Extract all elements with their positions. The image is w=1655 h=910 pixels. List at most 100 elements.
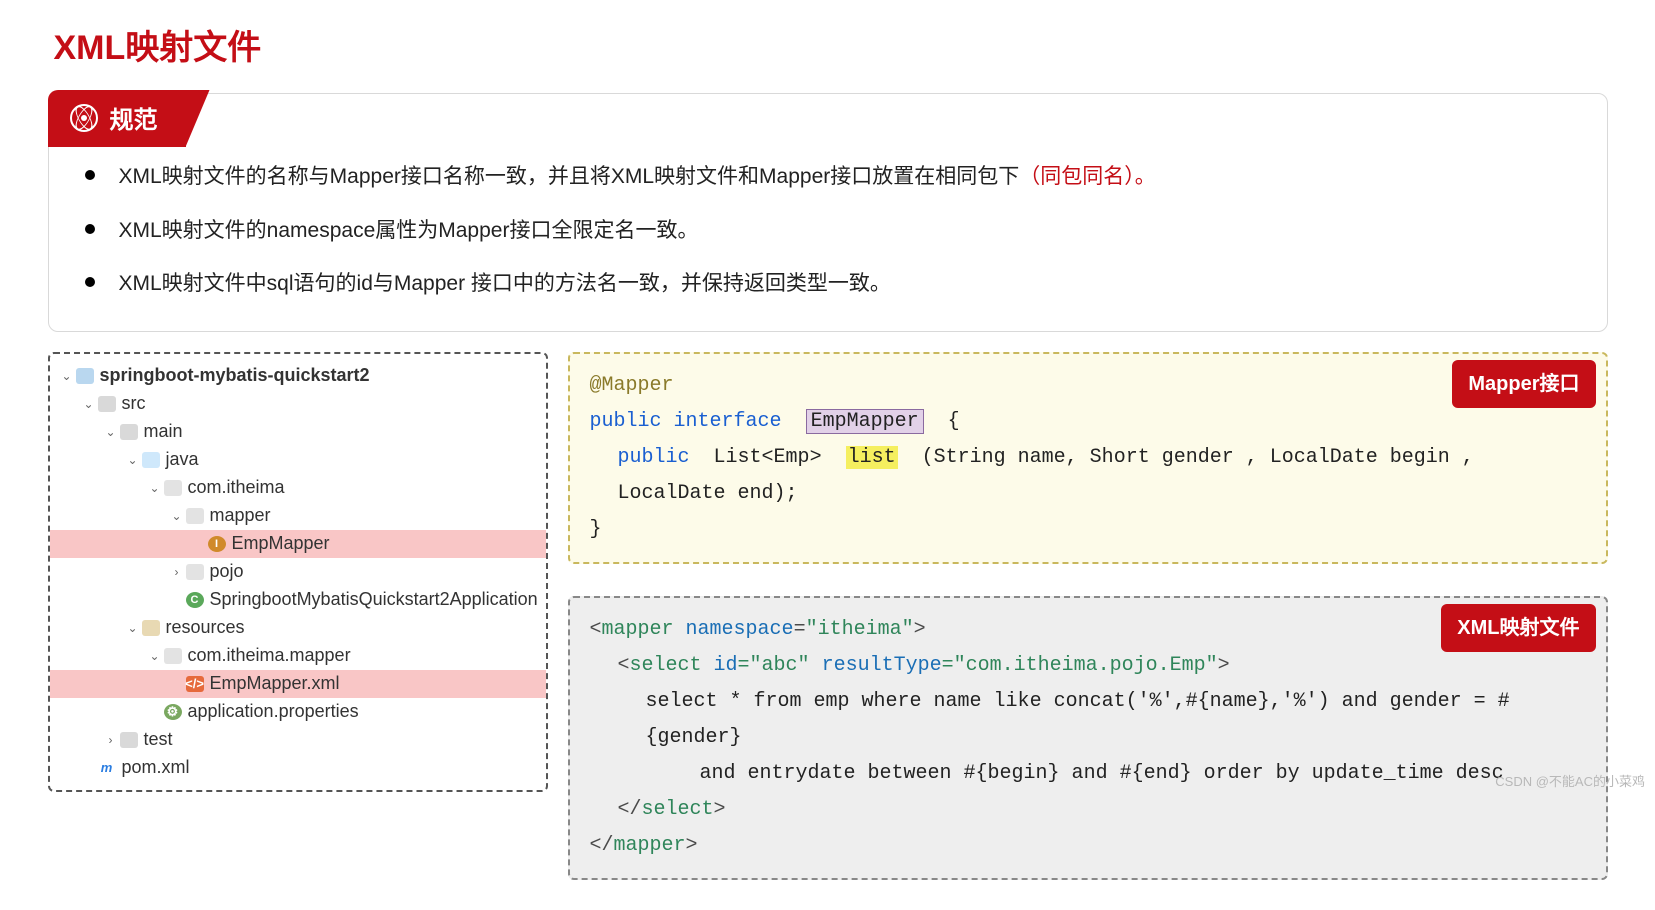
tree-arrow-icon[interactable]: [170, 509, 184, 523]
res-icon: [142, 620, 160, 636]
code-brace: {: [948, 410, 960, 433]
xml-punc: </: [590, 834, 614, 857]
pkg-icon: [186, 508, 204, 524]
spec-tab-label: 规范: [110, 100, 158, 135]
xml-punc: >: [714, 798, 726, 821]
tree-node-label: EmpMapper.xml: [210, 673, 340, 694]
pkg-icon: [164, 480, 182, 496]
xml-punc: =: [794, 618, 806, 641]
tree-node-label: com.itheima: [188, 477, 285, 498]
tree-node-label: java: [166, 449, 199, 470]
rule-item: XML映射文件的名称与Mapper接口名称一致，并且将XML映射文件和Mappe…: [79, 150, 1577, 204]
page-title: XML映射文件: [54, 20, 1608, 69]
tree-node-label: pojo: [210, 561, 244, 582]
xml-punc: >: [914, 618, 926, 641]
xml-punc: </: [618, 798, 642, 821]
tree-node[interactable]: ⚙ application.properties: [50, 698, 546, 726]
iface-icon: I: [208, 536, 226, 552]
xml-tag: mapper: [602, 618, 674, 641]
pkg-icon: [186, 564, 204, 580]
tree-node-label: test: [144, 729, 173, 750]
xml-badge: XML映射文件: [1441, 604, 1595, 652]
xml-value: ="abc": [738, 654, 810, 677]
code-annotation: @Mapper: [590, 374, 674, 397]
tree-node[interactable]: java: [50, 446, 546, 474]
xml-sql-line: and entrydate between #{begin} and #{end…: [590, 756, 1586, 792]
tree-node[interactable]: springboot-mybatis-quickstart2: [50, 362, 546, 390]
xml-tag: select: [630, 654, 702, 677]
xml-attr: id: [702, 654, 738, 677]
tree-node-label: application.properties: [188, 701, 359, 722]
code-brace-close: }: [590, 512, 1586, 548]
code-keyword: public: [618, 446, 690, 469]
tree-arrow-icon[interactable]: [126, 621, 140, 635]
rules-list: XML映射文件的名称与Mapper接口名称一致，并且将XML映射文件和Mappe…: [79, 150, 1577, 311]
tree-node[interactable]: C SpringbootMybatisQuickstart2Application: [50, 586, 546, 614]
tree-node-label: resources: [166, 617, 245, 638]
tree-arrow-icon[interactable]: [104, 425, 118, 439]
tree-arrow-icon[interactable]: [148, 649, 162, 663]
class-icon: C: [186, 592, 204, 608]
tree-node[interactable]: I EmpMapper: [50, 530, 546, 558]
rule-item: XML映射文件中sql语句的id与Mapper 接口中的方法名一致，并保持返回类…: [79, 257, 1577, 311]
mapper-code-box: Mapper接口 @Mapper public interface EmpMap…: [568, 352, 1608, 564]
tree-arrow-icon[interactable]: [170, 565, 184, 579]
xml-tag: select: [642, 798, 714, 821]
tree-node[interactable]: main: [50, 418, 546, 446]
fold-icon: [120, 424, 138, 440]
tree-node[interactable]: mapper: [50, 502, 546, 530]
xml-value: ="com.itheima.pojo.Emp": [942, 654, 1218, 677]
tree-arrow-icon[interactable]: [126, 453, 140, 467]
tree-node-label: mapper: [210, 505, 271, 526]
code-type: List<Emp>: [714, 446, 822, 469]
spec-tab: 规范: [48, 90, 186, 147]
tree-node-label: springboot-mybatis-quickstart2: [100, 365, 370, 386]
xml-value: "itheima": [806, 618, 914, 641]
xml-punc: <: [590, 618, 602, 641]
tree-node[interactable]: src: [50, 390, 546, 418]
tree-node-label: src: [122, 393, 146, 414]
xml-punc: >: [1218, 654, 1230, 677]
xml-code-box: XML映射文件 <mapper namespace="itheima"> <se…: [568, 596, 1608, 880]
fold-icon: [120, 732, 138, 748]
code-keyword: public interface: [590, 410, 782, 433]
tree-node[interactable]: pojo: [50, 558, 546, 586]
rule-text: XML映射文件的名称与Mapper接口名称一致，并且将XML映射文件和Mappe…: [119, 165, 1020, 188]
xml-punc: <: [618, 654, 630, 677]
watermark: CSDN @不能AC的小菜鸡: [1495, 771, 1645, 790]
tree-node[interactable]: resources: [50, 614, 546, 642]
xml-sql-line: select * from emp where name like concat…: [590, 684, 1586, 756]
atom-icon: [70, 104, 98, 132]
java-icon: [142, 452, 160, 468]
project-tree: springboot-mybatis-quickstart2 src main jav…: [48, 352, 548, 792]
rule-item: XML映射文件的namespace属性为Mapper接口全限定名一致。: [79, 204, 1577, 258]
tree-node[interactable]: test: [50, 726, 546, 754]
tree-node-label: SpringbootMybatisQuickstart2Application: [210, 589, 538, 610]
tree-node-label: pom.xml: [122, 757, 190, 778]
tree-arrow-icon[interactable]: [82, 397, 96, 411]
proj-icon: [76, 368, 94, 384]
rule-red-text: （同包同名）。: [1019, 165, 1156, 188]
fold-icon: [98, 396, 116, 412]
mvn-icon: m: [98, 760, 116, 776]
mapper-badge: Mapper接口: [1452, 360, 1595, 408]
tree-node-label: main: [144, 421, 183, 442]
xml-attr: resultType: [810, 654, 942, 677]
xml-punc: >: [686, 834, 698, 857]
prop-icon: ⚙: [164, 704, 182, 720]
tree-arrow-icon[interactable]: [148, 481, 162, 495]
tree-node[interactable]: </> EmpMapper.xml: [50, 670, 546, 698]
tree-arrow-icon[interactable]: [104, 733, 118, 747]
xml-icon: </>: [186, 676, 204, 692]
tree-node[interactable]: com.itheima: [50, 474, 546, 502]
pkg-icon: [164, 648, 182, 664]
tree-node[interactable]: m pom.xml: [50, 754, 546, 782]
code-highlight-classname: EmpMapper: [806, 409, 924, 434]
tree-node-label: EmpMapper: [232, 533, 330, 554]
tree-node[interactable]: com.itheima.mapper: [50, 642, 546, 670]
code-highlight-method: list: [846, 446, 898, 469]
tree-node-label: com.itheima.mapper: [188, 645, 351, 666]
xml-tag: mapper: [614, 834, 686, 857]
xml-attr: namespace: [674, 618, 794, 641]
tree-arrow-icon[interactable]: [60, 369, 74, 383]
